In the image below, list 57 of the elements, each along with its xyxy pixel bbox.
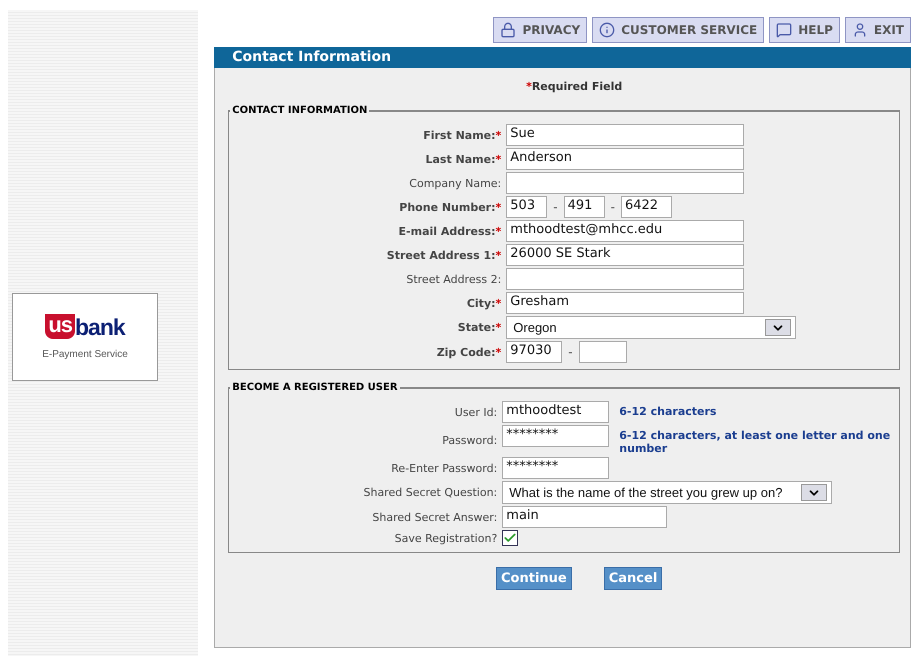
phone-field[interactable]: 6422 (620, 196, 672, 218)
text-field[interactable] (506, 268, 744, 290)
field-label: Save Registration? (394, 532, 498, 544)
field-label: Street Address 2: (406, 272, 502, 286)
toolbar-button[interactable]: CUSTOMER SERVICE (592, 17, 764, 43)
hint-text: 6-12 characters (619, 405, 718, 418)
info-icon (599, 22, 616, 38)
person-icon (852, 22, 868, 38)
field-label: Password: (442, 434, 498, 446)
text-field[interactable]: ******** (502, 425, 610, 447)
field-label: State:* (458, 321, 502, 334)
logo-wordmark: bank (75, 316, 125, 338)
field-label: User Id: (454, 406, 498, 418)
field-label: Shared Secret Answer: (372, 510, 498, 524)
field-label: Street Address 1:* (386, 248, 502, 262)
text-field[interactable]: Anderson (506, 148, 744, 170)
zip-extension-field[interactable] (578, 341, 627, 363)
chevron-down-icon (801, 484, 828, 501)
fieldset-legend: BECOME A REGISTERED USER (230, 382, 400, 393)
field-label: Zip Code:* (436, 346, 502, 358)
separator-text: - (610, 200, 615, 214)
required-note: *Required Field (526, 80, 622, 93)
text-field[interactable]: 26000 SE Stark (506, 244, 744, 266)
text-field[interactable]: Gresham (506, 292, 744, 314)
fieldset-legend: CONTACT INFORMATION (230, 105, 370, 116)
section-header: Contact Information (214, 47, 911, 68)
text-field[interactable] (506, 172, 744, 194)
phone-field[interactable]: 503 (506, 196, 548, 218)
lock-icon (500, 22, 516, 38)
field-label: Shared Secret Question: (363, 486, 498, 499)
text-field[interactable]: Sue (506, 124, 744, 146)
answer-field[interactable]: main (502, 506, 668, 528)
state-dropdown[interactable]: Oregon (506, 316, 796, 339)
field-label: City:* (466, 296, 502, 310)
separator-text: - (568, 345, 573, 359)
field-label: Last Name:* (425, 152, 502, 166)
field-label: E-mail Address:* (398, 224, 502, 238)
toolbar-button[interactable]: EXIT (844, 17, 911, 43)
phone-field[interactable]: 491 (564, 196, 605, 218)
text-field[interactable]: mthoodtest (502, 401, 610, 423)
logo-mark: us (45, 314, 75, 339)
text-field[interactable]: mthoodtest@mhcc.edu (506, 220, 744, 242)
field-label: Company Name: (409, 176, 502, 190)
logo-tagline: E-Payment Service (42, 349, 128, 360)
field-label: Phone Number:* (399, 200, 502, 214)
separator-text: - (553, 200, 558, 214)
field-label: First Name:* (423, 128, 502, 142)
toolbar-button[interactable]: HELP (769, 17, 840, 43)
question-bubble-icon (776, 22, 792, 38)
zip-field[interactable]: 97030 (506, 341, 562, 363)
chevron-down-icon (765, 319, 792, 336)
field-label: Re-Enter Password: (391, 462, 498, 474)
checkbox[interactable] (502, 530, 518, 546)
password-field[interactable]: ******** (502, 457, 610, 479)
toolbar-button[interactable]: PRIVACY (493, 17, 588, 43)
hint-text: 6-12 characters, at least one letter and one number (619, 429, 892, 455)
question-dropdown[interactable]: What is the name of the street you grew up on? (502, 481, 832, 504)
